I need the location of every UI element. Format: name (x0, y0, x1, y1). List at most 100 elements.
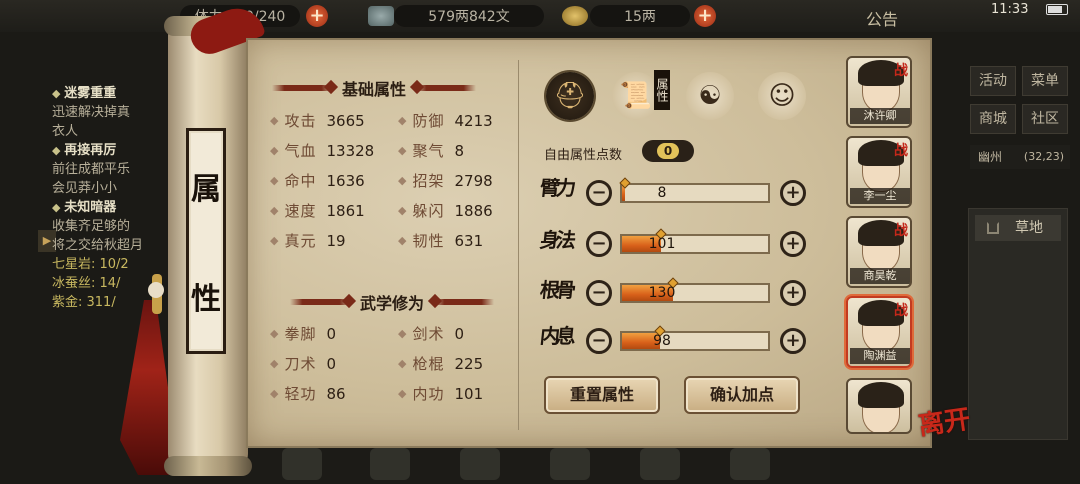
increase-constitution-button[interactable]: + (780, 280, 806, 306)
ornament (414, 85, 477, 91)
scene-list: 草地 (968, 208, 1068, 440)
stat-value: 101 (454, 384, 484, 403)
character-name: 陶渊益 (850, 348, 910, 364)
stat-label: 韧性 (412, 232, 445, 250)
confirm-points-button[interactable]: 确认加点 (684, 376, 800, 414)
character-hair (858, 382, 904, 408)
tab-meridian[interactable]: ☺ (758, 72, 806, 120)
toolbar-slot-icon[interactable] (460, 448, 500, 480)
free-points-value: 0 (657, 143, 679, 159)
tab-attributes[interactable]: 📜 (612, 72, 660, 120)
attr-name-breath: 内息 (538, 324, 574, 348)
location-name: 幽州 (978, 150, 1003, 164)
stat-label: 躲闪 (412, 202, 445, 220)
attr-name-constitution: 根骨 (538, 278, 574, 302)
stat-value: 0 (454, 324, 465, 343)
hat-icon: ⛑ (553, 81, 587, 111)
gold-display: 15两 (590, 5, 690, 27)
tab-bagua[interactable]: ☯ (686, 72, 734, 120)
stat-dodge: ◆ 躲闪 1886 (398, 201, 493, 221)
stat-value: 8 (454, 141, 465, 160)
stat-value: 0 (326, 354, 337, 373)
ornament (432, 299, 495, 305)
character-slot[interactable] (846, 378, 912, 434)
battle-tag: 战 (894, 143, 908, 159)
toolbar-slot-icon[interactable] (282, 448, 322, 480)
character-slot-selected[interactable]: 战 陶渊益 (846, 296, 912, 368)
stat-defense: ◆ 防御 4213 (398, 111, 493, 131)
add-stamina-button[interactable]: + (306, 5, 328, 27)
scroll-cap (164, 456, 252, 476)
community-button[interactable]: 社区 (1022, 104, 1068, 134)
body-icon: ☺ (768, 81, 796, 111)
increase-agility-button[interactable]: + (780, 231, 806, 257)
bagua-icon: ☯ (698, 81, 722, 111)
toolbar-slot-icon[interactable] (550, 448, 590, 480)
toolbar-slot-icon[interactable] (370, 448, 410, 480)
agility-bar[interactable]: 101 (620, 228, 770, 254)
toolbar-slot-icon[interactable] (640, 448, 680, 480)
silver-display: 579两842文 (394, 5, 544, 27)
character-slot[interactable]: 战 沐许卿 (846, 56, 912, 128)
notice-button[interactable]: 公告 (866, 6, 898, 30)
decrease-strength-button[interactable]: − (586, 180, 612, 206)
decrease-agility-button[interactable]: − (586, 231, 612, 257)
scene-item[interactable]: 草地 (975, 215, 1061, 241)
strength-bar[interactable]: 8 (619, 177, 770, 203)
stat-focus: ◆ 聚气 8 (398, 141, 465, 161)
silver-icon (368, 6, 394, 26)
stat-label: 气血 (284, 142, 317, 160)
stat-true-essence: ◆ 真元 19 (270, 231, 346, 251)
stat-label: 刀术 (284, 355, 317, 373)
stat-value: 13328 (326, 141, 375, 160)
gold-icon (562, 6, 588, 26)
reset-attributes-button[interactable]: 重置属性 (544, 376, 660, 414)
shop-button[interactable]: 商城 (970, 104, 1016, 134)
martial-spear: ◆ 枪棍 225 (398, 354, 484, 374)
decrease-constitution-button[interactable]: − (586, 280, 612, 306)
ornament (290, 299, 352, 305)
character-slot[interactable]: 战 商昊乾 (846, 216, 912, 288)
stat-value: 4213 (454, 111, 493, 130)
scene-label: 草地 (1015, 220, 1043, 236)
scroll-tab-icon: 📜 (619, 81, 653, 111)
constitution-bar[interactable]: 130 (620, 277, 770, 303)
active-tab-tag: 属性 (654, 70, 670, 110)
panel-divider (518, 60, 519, 430)
martial-internal: ◆ 内功 101 (398, 384, 484, 404)
stat-label: 防御 (412, 112, 445, 130)
stat-label: 真元 (284, 232, 317, 250)
stat-label: 拳脚 (284, 325, 317, 343)
character-name: 商昊乾 (850, 268, 910, 284)
increase-breath-button[interactable]: + (780, 328, 806, 354)
bead-decoration (148, 282, 164, 298)
toolbar-slot-icon[interactable] (730, 448, 770, 480)
character-name: 沐许卿 (850, 108, 910, 124)
attr-name-agility: 身法 (538, 228, 574, 252)
battle-tag: 战 (894, 63, 908, 79)
add-gold-button[interactable]: + (694, 5, 716, 27)
battle-tag: 战 (894, 303, 908, 319)
martial-header: 武学修为 (290, 290, 495, 314)
stat-value: 2798 (454, 171, 493, 190)
leave-button[interactable]: 离开 (916, 399, 973, 443)
stat-toughness: ◆ 韧性 631 (398, 231, 484, 251)
tab-equipment[interactable]: ⛑ (546, 72, 594, 120)
battle-tag: 战 (894, 223, 908, 239)
constitution-value: 130 (648, 285, 676, 301)
increase-strength-button[interactable]: + (780, 180, 806, 206)
stat-value: 631 (454, 231, 484, 250)
stat-label: 轻功 (284, 385, 317, 403)
location-display: 幽州 (32,23) (970, 145, 1070, 169)
home-icon (987, 222, 999, 234)
character-slot[interactable]: 战 李一尘 (846, 136, 912, 208)
location-coords: (32,23) (1023, 150, 1064, 163)
stat-hp: ◆ 气血 13328 (270, 141, 375, 161)
breath-value: 98 (653, 333, 671, 349)
stat-value: 3665 (326, 111, 365, 130)
activity-button[interactable]: 活动 (970, 66, 1016, 96)
decrease-breath-button[interactable]: − (586, 328, 612, 354)
menu-button[interactable]: 菜单 (1022, 66, 1068, 96)
free-points-label: 自由属性点数 (544, 148, 623, 163)
breath-bar[interactable]: 98 (620, 325, 770, 351)
